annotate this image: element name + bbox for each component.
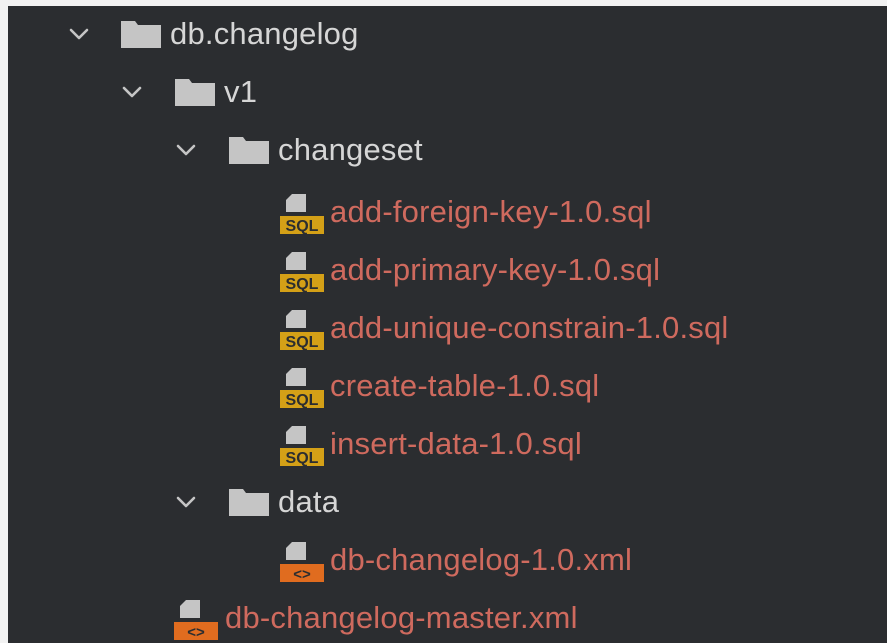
tree-item-sql-file[interactable]: SQL add-primary-key-1.0.sql <box>8 242 887 298</box>
svg-text:SQL: SQL <box>286 276 319 293</box>
folder-icon <box>121 21 161 48</box>
svg-text:SQL: SQL <box>286 450 319 467</box>
tree-item-sql-file[interactable]: SQL add-unique-constrain-1.0.sql <box>8 300 887 356</box>
tree-item-label: changeset <box>278 132 423 167</box>
sql-file-icon: SQL <box>280 252 324 293</box>
sql-file-icon: SQL <box>280 310 324 351</box>
tree-item-label: add-primary-key-1.0.sql <box>330 252 661 287</box>
tree-item-label: data <box>278 484 340 519</box>
tree-item-xml-file[interactable]: <> db-changelog-master.xml <box>8 590 887 643</box>
sql-file-icon: SQL <box>280 426 324 467</box>
tree-item-label: add-foreign-key-1.0.sql <box>330 194 652 229</box>
tree-item-label: create-table-1.0.sql <box>330 368 600 403</box>
chevron-down-icon[interactable] <box>68 23 90 45</box>
tree-item-label: add-unique-constrain-1.0.sql <box>330 310 729 345</box>
chevron-down-icon[interactable] <box>175 139 197 161</box>
svg-text:SQL: SQL <box>286 218 319 235</box>
chevron-down-icon[interactable] <box>175 491 197 513</box>
tree-item-changeset[interactable]: changeset <box>8 122 887 178</box>
tree-item-v1[interactable]: v1 <box>8 64 887 120</box>
tree-item-label: db-changelog-master.xml <box>225 600 578 635</box>
tree-item-label: db-changelog-1.0.xml <box>330 542 633 577</box>
svg-text:<>: <> <box>293 566 311 583</box>
tree-item-label: insert-data-1.0.sql <box>330 426 582 461</box>
tree-item-xml-file[interactable]: <> db-changelog-1.0.xml <box>8 532 887 588</box>
folder-icon <box>229 489 269 516</box>
svg-text:SQL: SQL <box>286 334 319 351</box>
svg-text:<>: <> <box>187 624 205 641</box>
tree-item-label: v1 <box>224 74 258 109</box>
sql-file-icon: SQL <box>280 368 324 409</box>
tree-item-sql-file[interactable]: SQL create-table-1.0.sql <box>8 358 887 414</box>
tree-item-sql-file[interactable]: SQL add-foreign-key-1.0.sql <box>8 184 887 240</box>
sql-file-icon: SQL <box>280 194 324 235</box>
svg-text:SQL: SQL <box>286 392 319 409</box>
tree-item-db-changelog[interactable]: db.changelog <box>8 6 887 62</box>
folder-icon <box>175 79 215 106</box>
xml-file-icon: <> <box>280 542 324 583</box>
chevron-down-icon[interactable] <box>121 81 143 103</box>
tree-item-label: db.changelog <box>170 16 359 51</box>
tree-item-sql-file[interactable]: SQL insert-data-1.0.sql <box>8 416 887 472</box>
xml-file-icon: <> <box>174 600 218 641</box>
tree-item-data[interactable]: data <box>8 474 887 530</box>
project-tree-panel: db.changelog v1 changeset SQL add-foreig… <box>8 6 887 643</box>
folder-icon <box>229 137 269 164</box>
